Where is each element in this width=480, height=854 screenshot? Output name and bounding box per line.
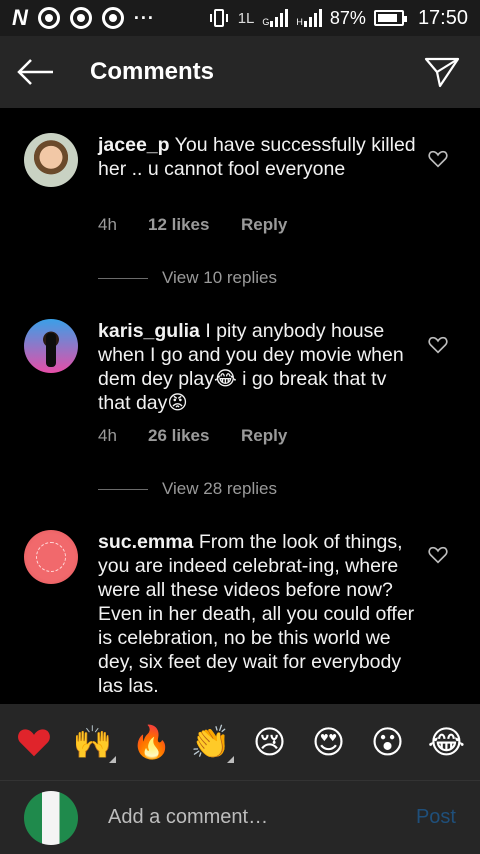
- heart-outline-icon[interactable]: [427, 148, 449, 170]
- reply-button[interactable]: Reply: [241, 215, 287, 235]
- crying-face-icon: 😢: [252, 724, 287, 760]
- network-label-h: H: [296, 17, 303, 27]
- avatar[interactable]: [24, 319, 78, 373]
- battery-icon: [373, 10, 407, 26]
- signal-icon: [270, 9, 289, 27]
- more-notifications-icon: ···: [133, 7, 155, 28]
- post-button[interactable]: Post: [416, 806, 456, 829]
- heart-eyes-icon: 😍: [311, 724, 346, 760]
- comment-meta: 4h 12 likes Reply: [98, 215, 287, 235]
- emoji-fire[interactable]: 🔥: [127, 717, 177, 767]
- heart-outline-icon[interactable]: [427, 334, 449, 356]
- divider: [98, 488, 148, 490]
- reply-button[interactable]: Reply: [241, 426, 287, 446]
- comment-likes[interactable]: 12 likes: [148, 215, 241, 235]
- divider: [98, 277, 148, 279]
- chrome-icon: [101, 7, 124, 29]
- red-heart-icon: [17, 729, 50, 757]
- chrome-icon: [69, 7, 92, 29]
- network-label-1l: 1L: [237, 9, 255, 27]
- comment-time: 4h: [98, 426, 117, 445]
- view-replies-label: View 10 replies: [162, 268, 277, 287]
- avatar[interactable]: [24, 133, 78, 187]
- share-button[interactable]: [404, 36, 480, 108]
- comment-username[interactable]: jacee_p: [98, 134, 170, 156]
- back-button[interactable]: [0, 36, 72, 108]
- emoji-heart-eyes[interactable]: 😍: [304, 717, 354, 767]
- emoji-clapping-hands[interactable]: 👏: [186, 717, 236, 767]
- view-replies-label: View 28 replies: [162, 479, 277, 498]
- emoji-surprised-face[interactable]: 😮: [363, 717, 413, 767]
- tears-of-joy-icon: 😂: [427, 724, 466, 760]
- comment-meta: 4h 26 likes Reply: [98, 426, 287, 446]
- vibrate-icon: [209, 9, 228, 27]
- user-avatar[interactable]: [24, 790, 78, 845]
- battery-percent: 87%: [329, 7, 366, 28]
- emoji-quick-bar: 🙌 🔥 👏 😢 😍 😮 😂: [0, 704, 480, 780]
- raising-hands-icon: 🙌: [72, 724, 113, 760]
- comment-composer: Post: [0, 780, 480, 854]
- page-title: Comments: [90, 58, 215, 85]
- emoji-raising-hands[interactable]: 🙌: [68, 717, 118, 767]
- comment-username[interactable]: karis_gulia: [98, 320, 200, 342]
- chrome-icon: [37, 7, 60, 29]
- comments-list[interactable]: jacee_p You have successfully killed her…: [0, 108, 480, 704]
- status-bar: N ··· 1L G H 87% 17:50: [0, 0, 480, 36]
- skin-tone-indicator: [108, 756, 116, 763]
- heart-outline-icon[interactable]: [427, 544, 449, 566]
- clapping-hands-icon: 👏: [190, 724, 231, 760]
- comment-likes[interactable]: 26 likes: [148, 426, 241, 446]
- emoji-red-heart[interactable]: [9, 717, 59, 767]
- view-replies-link[interactable]: View 28 replies: [98, 479, 277, 499]
- paper-plane-icon: [424, 57, 460, 88]
- comment-text: From the look of things, you are indeed …: [98, 531, 415, 697]
- clock: 17:50: [417, 6, 468, 29]
- comment-time: 4h: [98, 215, 117, 234]
- surprised-face-icon: 😮: [370, 724, 405, 760]
- emoji-crying-face[interactable]: 😢: [245, 717, 295, 767]
- view-replies-link[interactable]: View 10 replies: [98, 268, 277, 288]
- back-arrow-icon: [17, 59, 53, 85]
- skin-tone-indicator: [226, 756, 234, 763]
- comment-username[interactable]: suc.emma: [98, 531, 193, 553]
- emoji-tears-of-joy[interactable]: 😂: [422, 717, 472, 767]
- network-label-g: G: [262, 17, 270, 27]
- signal-icon: [303, 9, 322, 27]
- comment-input[interactable]: [108, 806, 368, 829]
- avatar[interactable]: [24, 530, 78, 584]
- notification-n-icon: N: [12, 5, 28, 30]
- fire-icon: 🔥: [131, 724, 172, 760]
- comments-header: Comments: [0, 36, 480, 108]
